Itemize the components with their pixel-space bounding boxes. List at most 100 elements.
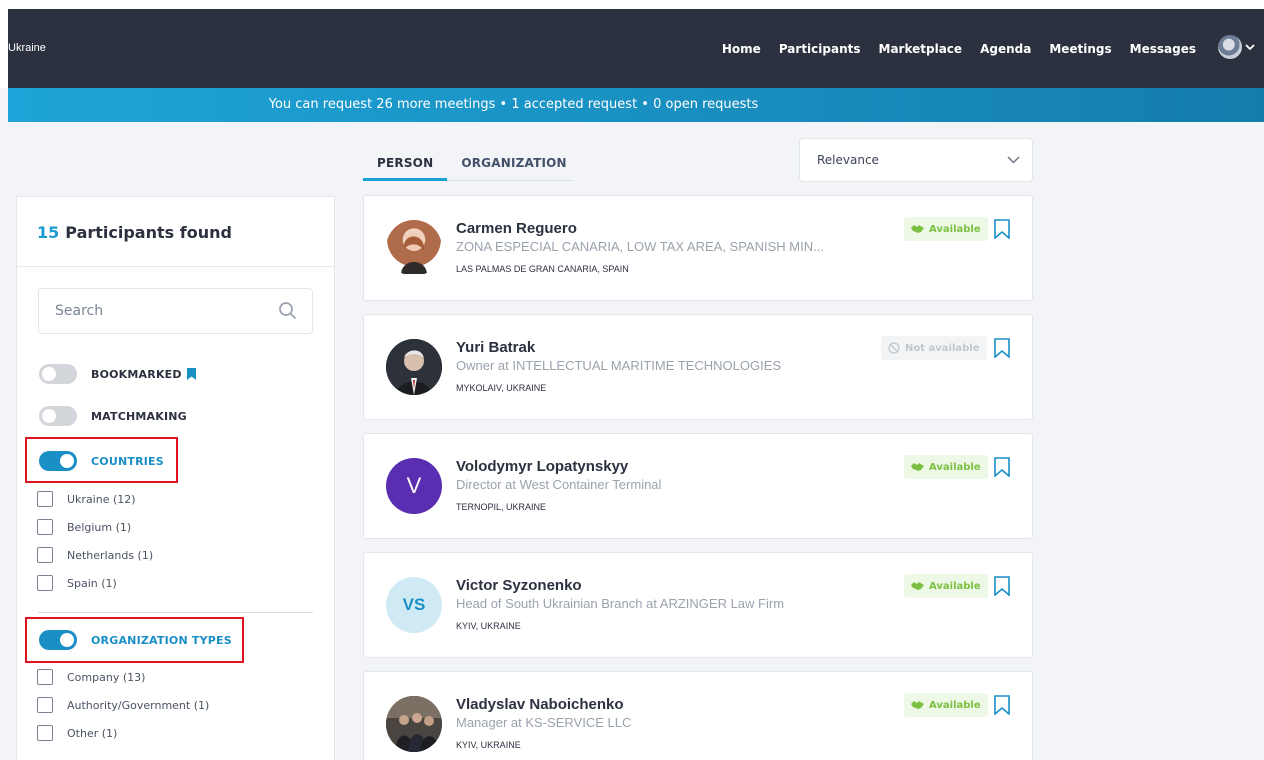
user-menu[interactable] — [1218, 35, 1255, 59]
meeting-quota-banner: You can request 26 more meetings • 1 acc… — [8, 88, 1264, 122]
avatar-initials: VS — [402, 595, 426, 614]
avatar-initials: V — [406, 473, 422, 498]
participant-type-tabs: PERSON ORGANIZATION — [363, 147, 573, 181]
results-count: 15 — [37, 223, 60, 242]
participant-name[interactable]: Carmen Reguero — [456, 220, 577, 237]
prohibited-icon — [888, 342, 900, 354]
status-badge: Available — [904, 574, 988, 598]
nav-marketplace[interactable]: Marketplace — [879, 42, 963, 56]
chevron-down-icon — [1245, 44, 1255, 51]
participant-name[interactable]: Victor Syzonenko — [456, 577, 582, 594]
bookmark-icon[interactable] — [994, 219, 1010, 239]
nav-participants[interactable]: Participants — [779, 42, 861, 56]
matchmaking-toggle[interactable] — [39, 406, 77, 426]
org-type-checkbox[interactable] — [37, 725, 53, 741]
tab-person[interactable]: PERSON — [363, 147, 448, 181]
country-option[interactable]: Belgium (1) — [37, 519, 131, 535]
country-option[interactable]: Netherlands (1) — [37, 547, 153, 563]
org-type-option[interactable]: Company (13) — [37, 669, 145, 685]
participant-role: Manager at KS-SERVICE LLC — [456, 715, 632, 730]
country-checkbox[interactable] — [37, 575, 53, 591]
org-types-filter[interactable]: ORGANIZATION TYPES — [39, 630, 232, 650]
participant-card[interactable]: V Volodymyr Lopatynskyy Director at West… — [363, 433, 1033, 539]
nav-messages[interactable]: Messages — [1130, 42, 1196, 56]
bookmark-icon[interactable] — [994, 576, 1010, 596]
participant-card[interactable]: Carmen Reguero ZONA ESPECIAL CANARIA, LO… — [363, 195, 1033, 301]
country-checkbox[interactable] — [37, 491, 53, 507]
handshake-icon — [911, 463, 924, 471]
status-label: Available — [929, 580, 981, 592]
brand-label[interactable]: Ukraine — [8, 9, 46, 88]
nav-links: Home Participants Marketplace Agenda Mee… — [704, 9, 1196, 88]
org-type-option[interactable]: Other (1) — [37, 725, 117, 741]
avatar: V — [386, 458, 442, 514]
countries-filter[interactable]: COUNTRIES — [39, 451, 164, 471]
bookmarked-filter[interactable]: BOOKMARKED — [39, 364, 197, 384]
country-option[interactable]: Ukraine (12) — [37, 491, 136, 507]
avatar — [386, 220, 442, 276]
participant-name[interactable]: Volodymyr Lopatynskyy — [456, 458, 628, 475]
status-label: Available — [929, 223, 981, 235]
participant-location: KYIV, UKRAINE — [456, 740, 521, 750]
country-checkbox[interactable] — [37, 547, 53, 563]
bookmarked-toggle[interactable] — [39, 364, 77, 384]
user-avatar[interactable] — [1218, 35, 1242, 59]
org-type-option-label: Other (1) — [67, 726, 118, 740]
handshake-icon — [911, 582, 924, 590]
handshake-icon — [911, 701, 924, 709]
org-types-toggle[interactable] — [39, 630, 77, 650]
chevron-down-icon — [1007, 156, 1020, 164]
status-badge: Not available — [881, 336, 987, 360]
matchmaking-label: MATCHMAKING — [91, 409, 187, 423]
avatar — [386, 339, 442, 395]
status-badge: Available — [904, 693, 988, 717]
participant-role: ZONA ESPECIAL CANARIA, LOW TAX AREA, SPA… — [456, 239, 824, 254]
org-types-label: ORGANIZATION TYPES — [91, 633, 232, 647]
search-box — [38, 288, 313, 334]
nav-home[interactable]: Home — [722, 42, 761, 56]
filter-sidebar: 15 Participants found BOOKMARKED MATCHMAK… — [16, 196, 335, 760]
org-type-checkbox[interactable] — [37, 697, 53, 713]
participant-role: Director at West Container Terminal — [456, 477, 662, 492]
status-badge: Available — [904, 455, 988, 479]
participant-card[interactable]: Vladyslav Naboichenko Manager at KS-SERV… — [363, 671, 1033, 760]
top-strip-text — [0, 0, 1264, 9]
handshake-icon — [911, 225, 924, 233]
results-count-label: Participants found — [65, 223, 232, 242]
country-option-label: Belgium (1) — [67, 520, 132, 534]
participant-location: TERNOPIL, UKRAINE — [456, 502, 547, 512]
search-input[interactable] — [39, 289, 269, 333]
country-option-label: Ukraine (12) — [67, 492, 136, 506]
nav-meetings[interactable]: Meetings — [1049, 42, 1111, 56]
org-type-checkbox[interactable] — [37, 669, 53, 685]
tab-organization[interactable]: ORGANIZATION — [447, 147, 580, 181]
bookmark-icon[interactable] — [994, 338, 1010, 358]
participant-location: LAS PALMAS DE GRAN CANARIA, SPAIN — [456, 264, 629, 274]
bookmark-icon — [186, 368, 196, 380]
participant-card[interactable]: VS Victor Syzonenko Head of South Ukrain… — [363, 552, 1033, 658]
banner-text: You can request 26 more meetings • 1 acc… — [268, 97, 759, 112]
participant-name[interactable]: Vladyslav Naboichenko — [456, 696, 624, 713]
status-label: Not available — [905, 342, 980, 354]
avatar — [386, 696, 442, 752]
countries-label: COUNTRIES — [91, 454, 164, 468]
org-type-option-label: Company (13) — [67, 670, 146, 684]
participant-card[interactable]: Yuri Batrak Owner at INTELLECTUAL MARITI… — [363, 314, 1033, 420]
org-type-option[interactable]: Authority/Government (1) — [37, 697, 209, 713]
participant-name[interactable]: Yuri Batrak — [456, 339, 535, 356]
bookmark-icon[interactable] — [994, 695, 1010, 715]
matchmaking-filter[interactable]: MATCHMAKING — [39, 406, 187, 426]
country-checkbox[interactable] — [37, 519, 53, 535]
country-option[interactable]: Spain (1) — [37, 575, 117, 591]
participant-location: MYKOLAIV, UKRAINE — [456, 383, 547, 393]
countries-toggle[interactable] — [39, 451, 77, 471]
country-option-label: Netherlands (1) — [67, 548, 154, 562]
participant-role: Owner at INTELLECTUAL MARITIME TECHNOLOG… — [456, 358, 782, 373]
status-badge: Available — [904, 217, 988, 241]
participant-location: KYIV, UKRAINE — [456, 621, 521, 631]
bookmark-icon[interactable] — [994, 457, 1010, 477]
sort-select[interactable]: Relevance — [799, 138, 1033, 182]
avatar: VS — [386, 577, 442, 633]
search-icon[interactable] — [278, 301, 298, 321]
nav-agenda[interactable]: Agenda — [980, 42, 1031, 56]
